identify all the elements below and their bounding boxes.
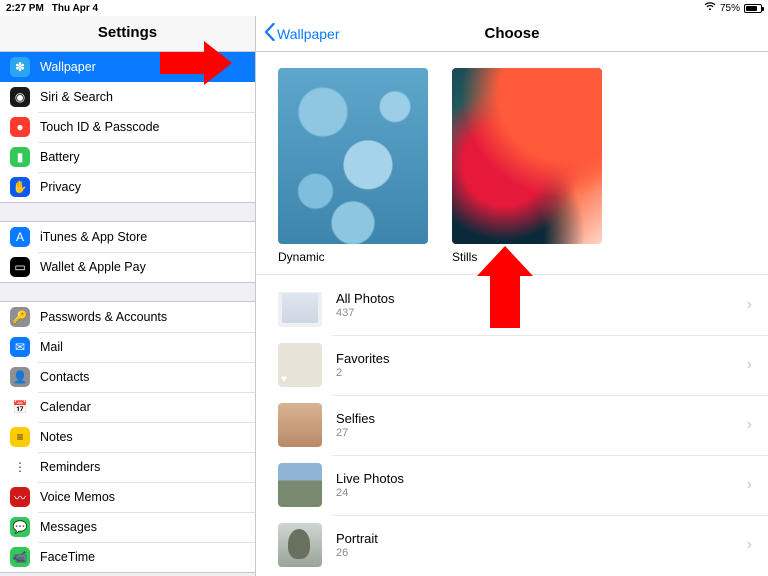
voicememos-icon: 〰 <box>10 487 30 507</box>
sidebar-item-contacts[interactable]: 👤 Contacts <box>0 362 255 392</box>
sidebar-item-itunes[interactable]: AiTunes & App Store <box>0 222 255 252</box>
wallpaper-label: Dynamic <box>278 250 428 264</box>
sidebar-item-label: Mail <box>40 340 63 354</box>
sidebar-item-facetime[interactable]: 📹 FaceTime <box>0 542 255 572</box>
album-item-live-photos[interactable]: Live Photos24› <box>256 455 768 515</box>
chevron-right-icon: › <box>747 356 756 374</box>
wallpaper-category-row: Dynamic Stills <box>256 52 768 274</box>
chevron-right-icon: › <box>747 536 756 554</box>
messages-icon: 💬 <box>10 517 30 537</box>
album-count: 27 <box>336 427 747 439</box>
album-count: 26 <box>336 547 747 559</box>
album-item-favorites[interactable]: ♥ Favorites2› <box>256 335 768 395</box>
album-thumb <box>278 523 322 567</box>
sidebar-item-label: Battery <box>40 150 80 164</box>
sidebar-item-label: Notes <box>40 430 73 444</box>
album-thumb: ♥ <box>278 343 322 387</box>
chevron-right-icon: › <box>747 476 756 494</box>
sidebar-item-mail[interactable]: ✉ Mail <box>0 332 255 362</box>
siri-icon: ◉ <box>10 87 30 107</box>
album-item-portrait[interactable]: Portrait26› <box>256 515 768 575</box>
status-bar: 2:27 PM Thu Apr 4 75% <box>0 0 768 16</box>
album-thumb <box>278 283 322 327</box>
privacy-icon: ✋ <box>10 177 30 197</box>
wallpaper-category-dynamic[interactable]: Dynamic <box>278 68 428 264</box>
sidebar-item-label: Voice Memos <box>40 490 115 504</box>
battery-icon: ▮ <box>10 147 30 167</box>
statusbar-date: Thu Apr 4 <box>52 3 98 14</box>
battery-percent: 75% <box>720 3 740 14</box>
mail-icon: ✉ <box>10 337 30 357</box>
heart-icon: ♥ <box>281 374 287 385</box>
album-thumb <box>278 403 322 447</box>
annotation-arrow-right <box>160 52 204 74</box>
itunes-icon: A <box>10 227 30 247</box>
calendar-icon: 📅 <box>10 397 30 417</box>
sidebar-item-notes[interactable]: ≡ Notes <box>0 422 255 452</box>
album-title: Selfies <box>336 411 747 426</box>
wallet-icon: ▭ <box>10 257 30 277</box>
album-count: 437 <box>336 307 747 319</box>
sidebar-item-label: Messages <box>40 520 97 534</box>
chevron-right-icon: › <box>747 296 756 314</box>
sidebar-item-reminders[interactable]: ⋮ Reminders <box>0 452 255 482</box>
album-title: All Photos <box>336 291 747 306</box>
album-title: Favorites <box>336 351 747 366</box>
album-count: 2 <box>336 367 747 379</box>
sidebar-item-label: Reminders <box>40 460 100 474</box>
sidebar-item-battery[interactable]: ▮ Battery <box>0 142 255 172</box>
touchid-icon: ● <box>10 117 30 137</box>
album-count: 24 <box>336 487 747 499</box>
sidebar-item-label: Calendar <box>40 400 91 414</box>
chevron-left-icon <box>264 23 275 44</box>
battery-icon <box>744 4 762 13</box>
wifi-icon <box>704 2 716 14</box>
sidebar-item-passwords[interactable]: 🔑 Passwords & Accounts <box>0 302 255 332</box>
settings-sidebar: Settings ✽Wallpaper◉Siri & Search●Touch … <box>0 16 256 576</box>
passwords-icon: 🔑 <box>10 307 30 327</box>
wallpaper-thumb <box>278 68 428 244</box>
back-label: Wallpaper <box>277 26 340 42</box>
sidebar-item-calendar[interactable]: 📅 Calendar <box>0 392 255 422</box>
notes-icon: ≡ <box>10 427 30 447</box>
contacts-icon: 👤 <box>10 367 30 387</box>
statusbar-right: 75% <box>704 2 762 14</box>
chevron-right-icon: › <box>747 416 756 434</box>
sidebar-item-label: Contacts <box>40 370 89 384</box>
sidebar-item-wallet[interactable]: ▭ Wallet & Apple Pay <box>0 252 255 282</box>
wallpaper-category-stills[interactable]: Stills <box>452 68 602 264</box>
sidebar-item-messages[interactable]: 💬 Messages <box>0 512 255 542</box>
sidebar-item-voicememos[interactable]: 〰 Voice Memos <box>0 482 255 512</box>
statusbar-time: 2:27 PM <box>6 3 44 14</box>
sidebar-item-label: Siri & Search <box>40 90 113 104</box>
sidebar-item-privacy[interactable]: ✋ Privacy <box>0 172 255 202</box>
sidebar-item-label: Wallet & Apple Pay <box>40 260 146 274</box>
wallpaper-thumb <box>452 68 602 244</box>
sidebar-item-label: Passwords & Accounts <box>40 310 167 324</box>
detail-navbar: Wallpaper Choose <box>256 16 768 52</box>
annotation-arrow-up <box>490 276 520 328</box>
back-button[interactable]: Wallpaper <box>264 23 340 44</box>
sidebar-item-label: Touch ID & Passcode <box>40 120 160 134</box>
sidebar-item-touchid[interactable]: ● Touch ID & Passcode <box>0 112 255 142</box>
sidebar-item-siri[interactable]: ◉ Siri & Search <box>0 82 255 112</box>
sidebar-item-label: Wallpaper <box>40 60 96 74</box>
wallpaper-icon: ✽ <box>10 57 30 77</box>
facetime-icon: 📹 <box>10 547 30 567</box>
album-thumb <box>278 463 322 507</box>
sidebar-item-label: iTunes & App Store <box>40 230 147 244</box>
album-title: Live Photos <box>336 471 747 486</box>
album-item-selfies[interactable]: Selfies27› <box>256 395 768 455</box>
album-title: Portrait <box>336 531 747 546</box>
sidebar-item-label: Privacy <box>40 180 81 194</box>
reminders-icon: ⋮ <box>10 457 30 477</box>
sidebar-item-label: FaceTime <box>40 550 95 564</box>
